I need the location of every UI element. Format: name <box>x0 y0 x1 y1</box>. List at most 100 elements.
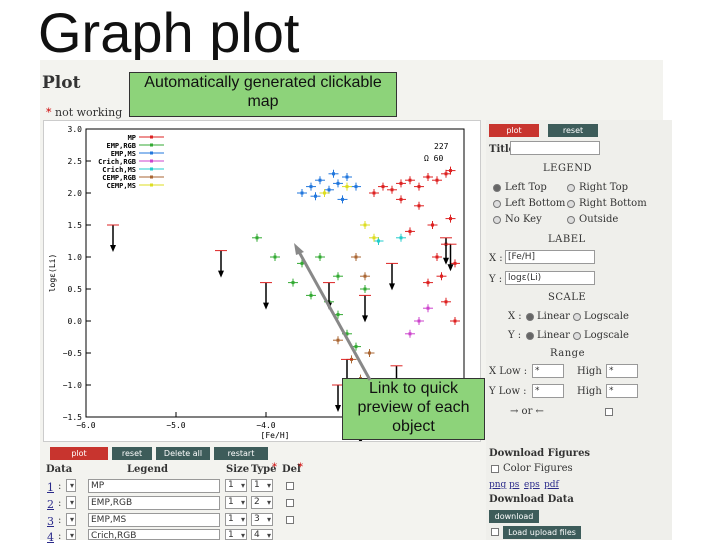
data-point <box>417 319 421 323</box>
or-text: → or ← <box>510 406 544 417</box>
data-point <box>399 197 403 201</box>
color-figures-checkbox[interactable] <box>491 465 499 473</box>
download-data-label: Download Data <box>489 494 574 505</box>
data-point <box>426 281 430 285</box>
row-3-size-select[interactable]: 1 <box>225 513 247 526</box>
scale-y-log-radio[interactable] <box>573 332 581 340</box>
row-1-type-select[interactable]: 1 <box>251 479 273 492</box>
y-axis-label: logε(Li) <box>48 254 57 293</box>
row-2-size-select[interactable]: 1 <box>225 496 247 509</box>
legend-right-bottom-radio[interactable] <box>567 200 575 208</box>
upper-limit-arrow <box>326 302 332 310</box>
data-header: Data <box>46 464 73 475</box>
legend-marker <box>150 167 153 171</box>
legend-entry: MP <box>128 134 136 142</box>
data-point <box>345 332 349 336</box>
x-tick-label: −4.0 <box>256 421 275 430</box>
legend-left-top-radio[interactable] <box>493 184 501 192</box>
y-label-caption: Y : <box>489 274 503 285</box>
row-1-marker-select[interactable] <box>66 479 76 492</box>
data-point <box>408 229 412 233</box>
scale-y-linear-radio[interactable] <box>526 332 534 340</box>
ps-link[interactable]: ps <box>509 480 519 490</box>
png-link[interactable]: png <box>489 480 506 490</box>
delete-all-button[interactable]: Delete all <box>156 447 210 460</box>
data-point <box>449 217 452 221</box>
data-point <box>435 255 439 259</box>
row-4-size-select[interactable]: 1 <box>225 529 247 541</box>
row-1-del-checkbox[interactable] <box>286 482 294 490</box>
legend-marker <box>150 159 153 163</box>
legend-outside-label: Outside <box>579 214 619 225</box>
reset-button[interactable]: reset <box>548 124 598 137</box>
x-low-input[interactable]: * <box>532 364 564 378</box>
y-high-label: High : <box>577 386 609 397</box>
data-point <box>399 181 403 185</box>
download-button[interactable]: download <box>489 510 539 523</box>
eps-link[interactable]: eps <box>524 480 540 490</box>
data-point <box>273 255 277 259</box>
row-4-marker-select[interactable] <box>66 529 76 541</box>
row-2-type-select[interactable]: 2 <box>251 496 273 509</box>
range-checkbox[interactable] <box>605 408 613 416</box>
legend-outside-radio[interactable] <box>567 216 575 224</box>
row-4-type-select[interactable]: 4 <box>251 529 273 541</box>
scale-y-log-label: Logscale <box>584 330 629 341</box>
title-input[interactable] <box>510 141 600 155</box>
plot-button[interactable]: plot <box>489 124 539 137</box>
upper-limit-arrow <box>443 257 449 265</box>
load-upload-checkbox[interactable] <box>491 528 499 536</box>
row-2-del-checkbox[interactable] <box>286 499 294 507</box>
label-heading: LABEL <box>548 234 586 245</box>
x-tick-label: −5.0 <box>166 421 185 430</box>
legend-entry: CEMP,MS <box>106 182 136 190</box>
row-1-size-select[interactable]: 1 <box>225 479 247 492</box>
pdf-link[interactable]: pdf <box>544 480 559 490</box>
bottom-plot-button[interactable]: plot <box>50 447 108 460</box>
y-tick-label: 0.0 <box>68 317 83 326</box>
data-point <box>314 194 317 198</box>
legend-left-bottom-radio[interactable] <box>493 200 501 208</box>
range-heading: Range <box>550 348 585 359</box>
row-4-number[interactable]: 4 <box>47 531 54 544</box>
annotation-count: 227 <box>434 142 449 151</box>
scale-x-caption: X : <box>508 311 522 322</box>
load-upload-button[interactable]: Load upload files <box>503 526 581 539</box>
y-label-input[interactable]: logε(Li) <box>505 271 595 285</box>
y-tick-label: 0.5 <box>68 285 83 294</box>
y-low-input[interactable]: * <box>532 384 564 398</box>
row-3-legend-input[interactable]: EMP,MS <box>88 513 220 527</box>
x-label-input[interactable]: [Fe/H] <box>505 250 595 264</box>
row-4-legend-input[interactable]: Crich,RGB <box>88 529 220 541</box>
row-1-legend-input[interactable]: MP <box>88 479 220 493</box>
data-point <box>345 185 349 189</box>
y-tick-label: 1.0 <box>68 253 83 262</box>
legend-right-top-radio[interactable] <box>567 184 575 192</box>
y-high-input[interactable]: * <box>606 384 638 398</box>
data-point <box>300 191 304 195</box>
data-point <box>363 274 367 278</box>
row-1-number[interactable]: 1 <box>47 481 54 494</box>
x-high-input[interactable]: * <box>606 364 638 378</box>
row-2-legend-input[interactable]: EMP,RGB <box>88 496 220 510</box>
row-3-type-select[interactable]: 3 <box>251 513 273 526</box>
data-point <box>453 261 457 265</box>
scale-x-log-radio[interactable] <box>573 313 581 321</box>
scale-y-caption: Y : <box>508 330 522 341</box>
legend-marker <box>150 151 153 155</box>
upper-limit-arrow <box>263 302 269 310</box>
scale-x-linear-radio[interactable] <box>526 313 534 321</box>
row-3-number[interactable]: 3 <box>47 515 54 528</box>
bottom-reset-button[interactable]: reset <box>112 447 152 460</box>
y-tick-label: 3.0 <box>68 125 83 134</box>
legend-no-key-radio[interactable] <box>493 216 501 224</box>
data-point <box>354 255 358 259</box>
legend-entry: EMP,MS <box>111 150 136 158</box>
row-2-number[interactable]: 2 <box>47 498 54 511</box>
scale-x-log-label: Logscale <box>584 311 629 322</box>
row-3-del-checkbox[interactable] <box>286 516 294 524</box>
restart-button[interactable]: restart <box>214 447 268 460</box>
row-2-marker-select[interactable] <box>66 496 76 509</box>
upper-limit-arrow <box>218 270 224 278</box>
row-3-marker-select[interactable] <box>66 513 76 526</box>
